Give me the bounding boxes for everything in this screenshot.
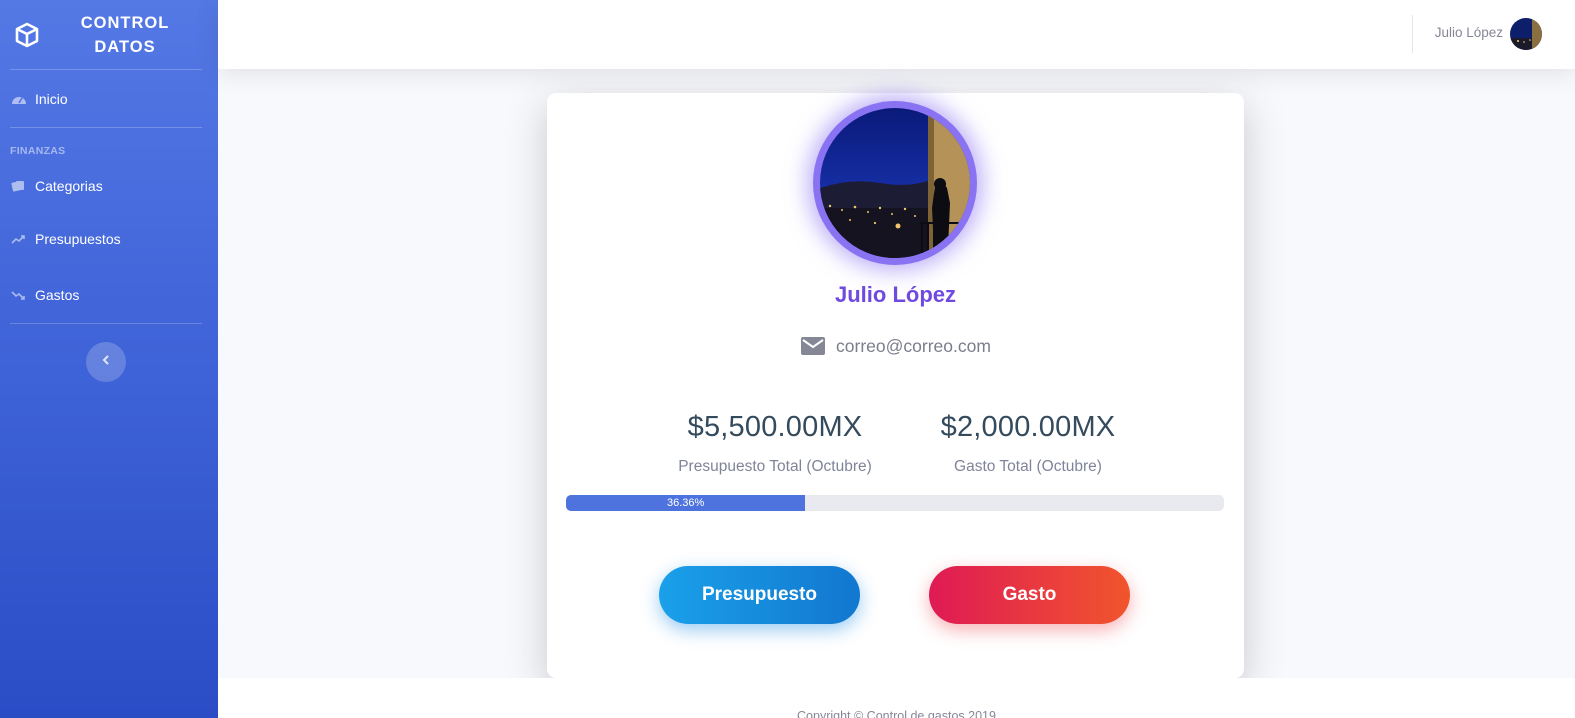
sidebar-item-label: Gastos (35, 287, 80, 303)
profile-photo (820, 108, 970, 258)
sidebar-heading-finanzas: FINANZAS (10, 145, 66, 157)
sidebar-toggle-button[interactable] (86, 342, 126, 382)
sidebar-item-label: Categorias (35, 178, 103, 194)
trend-down-icon (11, 288, 27, 302)
mail-icon (800, 335, 826, 357)
profile-picture (813, 101, 977, 265)
progress-label: 36.36% (666, 497, 705, 509)
progress-bar-fill: 36.36% (566, 495, 806, 511)
email-row: correo@correo.com (547, 335, 1244, 357)
topbar: Julio López (218, 0, 1575, 69)
chevron-left-icon (101, 353, 111, 371)
sidebar: CONTROL DATOS Inicio FINANZAS Categorias… (0, 0, 218, 718)
brand-text: CONTROL DATOS (80, 11, 170, 59)
sidebar-item-categorias[interactable]: Categorias (0, 161, 218, 211)
brand-line-1: CONTROL (80, 13, 170, 32)
presupuesto-button[interactable]: Presupuesto (659, 566, 860, 624)
expense-stat: $2,000.00MX Gasto Total (Octubre) (908, 411, 1148, 476)
trend-up-icon (11, 232, 27, 246)
budget-value: $5,500.00MX (687, 411, 863, 443)
budget-progress: 36.36% (566, 495, 1224, 511)
footer-copyright: Copyright © Control de gastos 2019 (797, 709, 996, 718)
sidebar-item-label: Presupuestos (35, 231, 121, 247)
sidebar-item-gastos[interactable]: Gastos (0, 267, 218, 323)
cards-icon (11, 179, 27, 193)
topbar-divider (1412, 15, 1413, 53)
gasto-button[interactable]: Gasto (929, 566, 1130, 624)
email-text: correo@correo.com (836, 335, 991, 356)
brand[interactable]: CONTROL DATOS (0, 0, 218, 69)
profile-card: Julio López correo@correo.com $5,500.00M… (547, 93, 1244, 678)
dashboard-gauge-icon (11, 92, 27, 106)
brand-line-2: DATOS (94, 37, 156, 56)
budget-label: Presupuesto Total (Octubre) (678, 458, 872, 475)
footer: Copyright © Control de gastos 2019 (218, 678, 1575, 718)
sidebar-item-label: Inicio (35, 90, 68, 107)
expense-value: $2,000.00MX (940, 411, 1116, 443)
profile-name: Julio López (835, 282, 956, 307)
sidebar-item-presupuestos[interactable]: Presupuestos (0, 211, 218, 267)
budget-stat: $5,500.00MX Presupuesto Total (Octubre) (655, 411, 895, 476)
cube-icon (12, 20, 42, 50)
avatar[interactable] (1510, 18, 1542, 50)
topbar-user-name[interactable]: Julio López (1435, 25, 1503, 40)
sidebar-item-inicio[interactable]: Inicio (0, 70, 218, 127)
expense-label: Gasto Total (Octubre) (954, 458, 1102, 475)
sidebar-divider (10, 323, 202, 324)
